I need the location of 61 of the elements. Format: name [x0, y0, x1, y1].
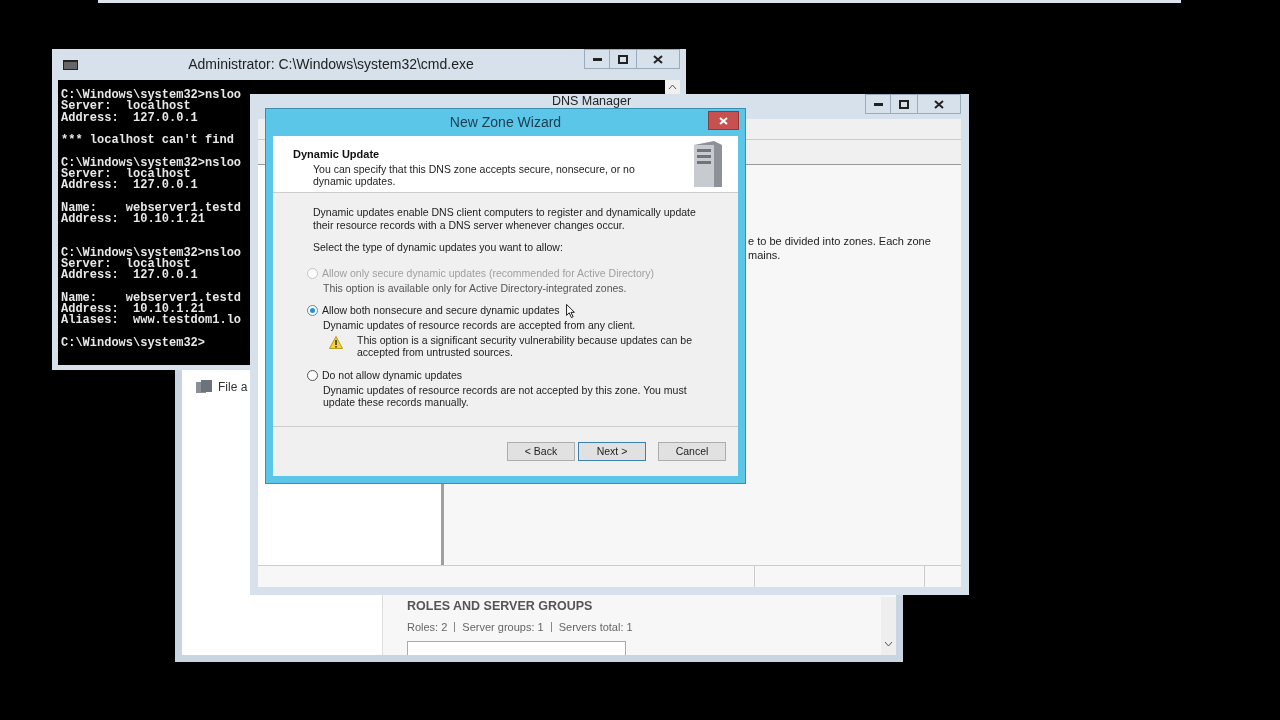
radio-button[interactable]	[307, 305, 318, 316]
maximize-icon	[899, 99, 909, 109]
close-icon	[934, 99, 944, 109]
option-description: Dynamic updates of resource records are accepted from any client.	[323, 319, 636, 332]
dialog-button[interactable]: Next >	[578, 442, 646, 461]
console-line: C:\Windows\system32>nsloo	[61, 247, 242, 259]
description-text: e to be divided into zones. Each zone	[748, 234, 931, 248]
stat-label: Servers total: 1	[558, 619, 633, 635]
maximize-button[interactable]	[891, 94, 917, 114]
console-line: Server: localhost	[61, 168, 191, 180]
cursor-icon	[566, 304, 575, 318]
console-line: C:\Windows\system32>nsloo	[61, 157, 242, 169]
option-label[interactable]: Do not allow dynamic updates	[322, 368, 463, 382]
folder-icon	[196, 380, 212, 394]
close-button[interactable]	[636, 49, 680, 69]
minimize-button[interactable]	[584, 49, 610, 69]
description-text: mains.	[748, 248, 781, 262]
warning-icon	[329, 335, 343, 349]
window-title: DNS Manager	[551, 95, 632, 108]
dialog-button[interactable]: Cancel	[658, 442, 726, 461]
console-line: *** localhost can't find	[61, 135, 234, 147]
maximize-button[interactable]	[610, 49, 636, 69]
scroll-up-icon	[668, 84, 677, 90]
section-title: ROLES AND SERVER GROUPS	[407, 597, 594, 615]
radio-button[interactable]	[307, 369, 318, 381]
console-line: Address: 127.0.0.1	[61, 270, 198, 282]
window-title: Administrator: C:\Windows\system32\cmd.exe	[188, 55, 474, 74]
console-line: C:\Windows\system32>	[61, 337, 206, 349]
stat-label: Server groups: 1	[462, 619, 544, 635]
dialog-button[interactable]: < Back	[507, 442, 575, 461]
console-line: Address: 10.10.1.21	[61, 213, 206, 225]
dialog-title: New Zone Wizard	[449, 113, 562, 132]
nav-item[interactable]: File a	[218, 378, 248, 396]
prompt-text: Select the type of dynamic updates you want to allow:	[313, 241, 564, 254]
maximize-icon	[618, 54, 628, 64]
console-line: Server: localhost	[61, 101, 191, 113]
close-button[interactable]	[708, 111, 739, 130]
minimize-icon	[592, 57, 602, 61]
scroll-down-icon	[884, 641, 893, 647]
close-icon	[653, 54, 663, 64]
minimize-icon	[873, 102, 883, 106]
console-line: C:\Windows\system32>nsloo	[61, 90, 242, 102]
close-button[interactable]	[917, 94, 961, 114]
warning-text: This option is a significant security vulnerability because updates can be accepted from untrusted sources.	[357, 333, 694, 359]
minimize-button[interactable]	[865, 94, 891, 114]
console-line: Address: 10.10.1.21	[61, 303, 206, 315]
option-description: This option is available only for Active Directory-integrated zones.	[323, 281, 627, 294]
option-label[interactable]: Allow both nonsecure and secure dynamic updates	[322, 304, 560, 317]
console-line: Name: webserver1.testd	[61, 292, 242, 304]
console-line: Aliases: www.testdom1.lo	[61, 315, 242, 327]
console-line: Server: localhost	[61, 258, 191, 270]
console-line: Address: 127.0.0.1	[61, 112, 198, 124]
console-line: Address: 127.0.0.1	[61, 180, 198, 192]
header-title: Dynamic Update	[293, 147, 381, 162]
close-icon	[719, 116, 728, 125]
console-app-icon	[63, 59, 78, 70]
stat-label: Roles: 2	[407, 619, 448, 635]
option-description: Dynamic updates of resource records are not accepted by this zone. You must update these records manually.	[323, 383, 688, 409]
intro-text: Dynamic updates enable DNS client computers to register and dynamically update their resource records with a DNS server whenever changes occur.	[313, 206, 697, 231]
header-description: You can specify that this DNS zone accepts secure, nonsecure, or no dynamic updates.	[312, 162, 636, 188]
console-line: Name: webserver1.testd	[61, 202, 242, 214]
